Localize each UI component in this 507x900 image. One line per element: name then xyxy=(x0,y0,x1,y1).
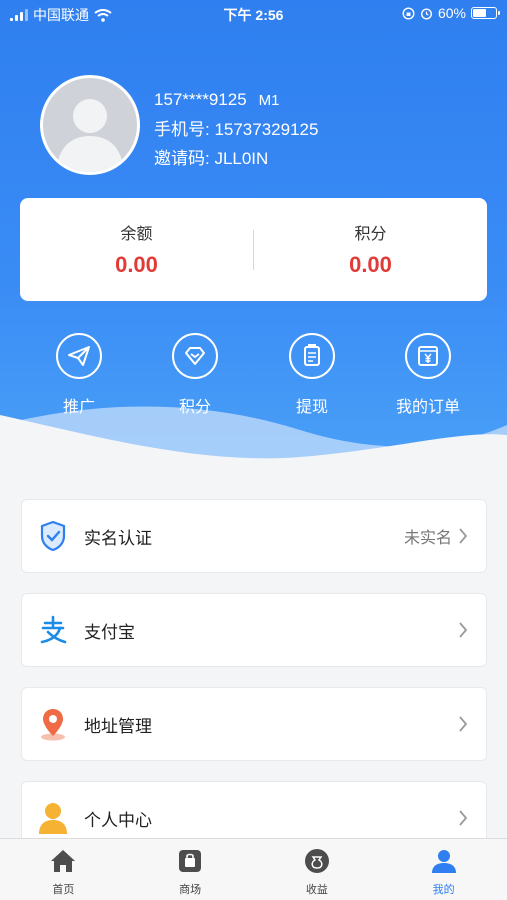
tab-label: 我的 xyxy=(432,884,455,896)
chevron-right-icon xyxy=(459,810,468,826)
chevron-right-icon xyxy=(459,528,468,544)
masked-phone: 157****9125 xyxy=(154,90,247,109)
menu-row-real-name[interactable]: 实名认证 未实名 xyxy=(21,499,487,573)
menu-row-address[interactable]: 地址管理 xyxy=(21,687,487,761)
verification-status: 未实名 xyxy=(403,530,452,547)
diamond-icon xyxy=(185,347,205,365)
menu-row-alipay[interactable]: 支付宝 xyxy=(21,593,487,667)
balance-card: 余额 0.00 积分 0.00 xyxy=(20,198,487,301)
tab-label: 首页 xyxy=(52,884,75,896)
status-bar: 中国联通 下午 2:56 60% xyxy=(0,0,507,28)
quick-action-label: 我的订单 xyxy=(395,399,460,416)
menu-row-label: 地址管理 xyxy=(84,716,152,736)
quick-action-label: 推广 xyxy=(62,399,95,416)
shield-check-icon xyxy=(40,520,66,552)
money-bag-icon xyxy=(304,849,329,873)
menu-row-label: 支付宝 xyxy=(84,622,135,642)
paper-plane-icon xyxy=(68,346,90,366)
avatar[interactable] xyxy=(40,75,140,175)
tab-label: 收益 xyxy=(305,884,328,896)
tab-home[interactable]: 首页 xyxy=(0,839,127,900)
quick-action-label: 提现 xyxy=(295,399,328,416)
alipay-icon xyxy=(40,615,67,644)
location-pin-icon xyxy=(41,709,65,741)
orientation-lock-icon xyxy=(402,6,415,20)
balance-cell[interactable]: 余额 0.00 xyxy=(20,220,253,278)
default-avatar-icon xyxy=(57,99,123,172)
quick-action-withdraw[interactable]: 提现 xyxy=(262,333,362,417)
home-icon xyxy=(51,850,76,872)
clipboard-icon xyxy=(304,344,320,366)
points-value: 0.00 xyxy=(349,252,392,277)
person-icon xyxy=(39,803,67,834)
user-icon xyxy=(431,850,456,873)
balance-label: 余额 xyxy=(120,226,153,243)
chevron-right-icon xyxy=(459,716,468,732)
points-cell[interactable]: 积分 0.00 xyxy=(254,220,487,278)
points-label: 积分 xyxy=(354,226,387,243)
tab-label: 商场 xyxy=(179,884,202,896)
battery-icon xyxy=(471,7,500,19)
menu-row-label: 实名认证 xyxy=(84,528,152,548)
quick-action-promote[interactable]: 推广 xyxy=(29,333,129,417)
quick-action-label: 积分 xyxy=(178,399,211,416)
profile-header: 中国联通 下午 2:56 60% 157****9125 M1 手机号: 157… xyxy=(0,0,507,470)
bottom-tab-bar: 首页 商场 收益 我的 xyxy=(0,838,507,900)
user-info: 157****9125 M1 手机号: 15737329125 邀请码: JLL0… xyxy=(154,85,318,173)
tab-mall[interactable]: 商场 xyxy=(127,839,254,900)
yen-order-icon xyxy=(418,346,438,366)
menu-row-label: 个人中心 xyxy=(84,810,152,830)
tab-mine[interactable]: 我的 xyxy=(380,839,507,900)
balance-value: 0.00 xyxy=(115,252,158,277)
battery-percent: 60% xyxy=(437,5,466,21)
chevron-right-icon xyxy=(459,622,468,638)
member-level: M1 xyxy=(258,92,280,109)
invite-code: 邀请码: JLL0IN xyxy=(154,149,269,168)
alarm-icon xyxy=(420,7,432,20)
quick-action-my-orders[interactable]: 我的订单 xyxy=(378,333,478,417)
shopping-bag-icon xyxy=(179,850,202,872)
phone-number: 手机号: 15737329125 xyxy=(154,120,319,139)
tab-earnings[interactable]: 收益 xyxy=(254,839,381,900)
quick-action-points[interactable]: 积分 xyxy=(145,333,245,417)
